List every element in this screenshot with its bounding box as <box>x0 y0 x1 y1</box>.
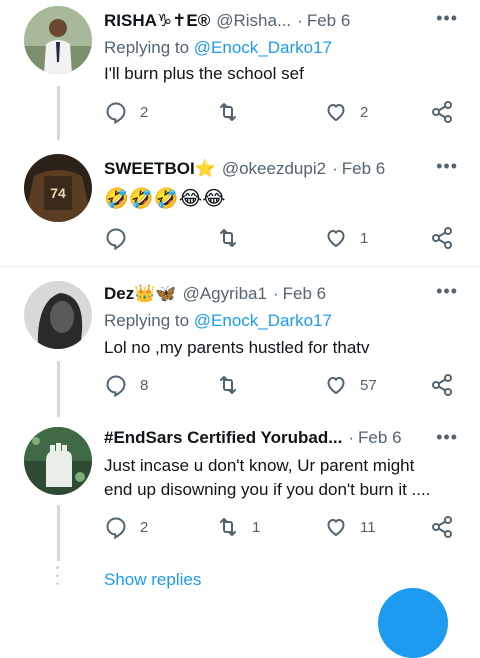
reply-button[interactable]: 8 <box>104 373 148 397</box>
more-options-icon[interactable]: ••• <box>436 8 458 29</box>
reply-count: 8 <box>140 376 149 394</box>
like-button[interactable]: 11 <box>324 515 376 539</box>
tweet-text: 🤣🤣🤣😂😂 <box>104 186 226 210</box>
share-icon <box>432 516 452 538</box>
tweet-2[interactable]: 74 SWEETBOI⭐ @okeezdupi2 · Feb 6 ••• 🤣🤣🤣… <box>0 138 480 266</box>
reply-button[interactable]: 2 <box>104 515 148 539</box>
replying-to-label: Replying to <box>104 311 190 330</box>
tweet-date[interactable]: Feb 6 <box>342 156 385 182</box>
mention-link[interactable]: @Enock_Darko17 <box>194 311 332 330</box>
share-button[interactable] <box>430 515 454 539</box>
share-icon <box>432 374 452 396</box>
tweet-date[interactable]: Feb 6 <box>358 425 401 451</box>
replying-to-label: Replying to <box>104 38 190 57</box>
avatar-number: 74 <box>50 185 66 201</box>
share-button[interactable] <box>430 100 454 124</box>
reply-button[interactable] <box>104 226 128 250</box>
like-count: 11 <box>360 518 376 536</box>
avatar-photo: 74 <box>24 154 92 222</box>
avatar-photo <box>24 427 92 495</box>
heart-icon <box>327 518 345 537</box>
tweet-text: I'll burn plus the school sef <box>104 64 304 83</box>
thread-line <box>57 505 60 561</box>
tweet-4[interactable]: #EndSars Certified Yorubad... · Feb 6 ••… <box>0 415 480 565</box>
tweet-text-line: Just incase u don't know, Ur parent migh… <box>104 456 415 475</box>
separator-dot: · <box>348 428 355 447</box>
replying-to: Replying to @Enock_Darko17 <box>104 309 332 333</box>
tweet-date[interactable]: Feb 6 <box>283 281 326 307</box>
compose-button[interactable] <box>378 588 448 658</box>
reply-button[interactable]: 2 <box>104 100 148 124</box>
mention-link[interactable]: @Enock_Darko17 <box>194 38 332 57</box>
user-handle[interactable]: @Risha... <box>216 8 291 34</box>
separator-dot: · <box>297 11 303 30</box>
retweet-icon <box>220 103 236 121</box>
share-icon <box>432 101 452 123</box>
separator-dot: · <box>332 159 338 178</box>
retweet-count: 1 <box>252 518 261 536</box>
more-options-icon[interactable]: ••• <box>436 156 458 177</box>
avatar-photo <box>24 6 92 74</box>
reply-icon <box>106 517 126 539</box>
reply-icon <box>106 228 126 250</box>
retweet-icon <box>220 518 236 536</box>
thread-line <box>57 361 60 417</box>
tweet-text: Lol no ,my parents hustled for thatv <box>104 338 370 357</box>
separator-dot: · <box>272 284 279 303</box>
retweet-button[interactable] <box>216 373 240 397</box>
heart-icon <box>327 229 345 248</box>
like-button[interactable]: 57 <box>324 373 377 397</box>
user-handle[interactable]: @okeezdupi2 <box>222 156 326 182</box>
like-button[interactable]: 2 <box>324 100 368 124</box>
reply-count: 2 <box>140 103 149 121</box>
show-replies-link[interactable]: Show replies <box>104 570 201 590</box>
retweet-button[interactable] <box>216 100 240 124</box>
avatar[interactable]: 74 <box>24 154 92 222</box>
more-options-icon[interactable]: ••• <box>436 427 458 448</box>
more-options-icon[interactable]: ••• <box>436 281 458 302</box>
share-icon <box>432 227 452 249</box>
retweet-icon <box>220 229 236 247</box>
like-count: 2 <box>360 103 369 121</box>
user-handle[interactable]: @Agyriba1 <box>183 281 267 307</box>
retweet-button[interactable]: 1 <box>216 515 260 539</box>
display-name[interactable]: RISHA♑✝E® <box>104 8 210 34</box>
like-count: 1 <box>360 229 369 247</box>
like-count: 57 <box>360 376 377 394</box>
reply-icon <box>106 102 126 124</box>
heart-icon <box>327 376 345 395</box>
avatar[interactable] <box>24 6 92 74</box>
retweet-button[interactable] <box>216 226 240 250</box>
display-name[interactable]: #EndSars Certified Yorubad... <box>104 425 342 451</box>
reply-icon <box>106 375 126 397</box>
share-button[interactable] <box>430 373 454 397</box>
heart-icon <box>327 103 345 122</box>
retweet-icon <box>220 376 236 394</box>
avatar[interactable] <box>24 281 92 349</box>
thread-dots <box>56 566 60 590</box>
thread-line <box>57 86 60 140</box>
share-button[interactable] <box>430 226 454 250</box>
avatar-photo <box>24 281 92 349</box>
tweet-text-line: end up disowning you if you don't burn i… <box>104 480 431 499</box>
reply-count: 2 <box>140 518 149 536</box>
tweet-3[interactable]: Dez👑🦋 @Agyriba1 · Feb 6 ••• Replying to … <box>0 267 480 417</box>
avatar[interactable] <box>24 427 92 495</box>
display-name[interactable]: Dez👑🦋 <box>104 281 177 307</box>
display-name[interactable]: SWEETBOI⭐ <box>104 156 216 182</box>
replying-to: Replying to @Enock_Darko17 <box>104 36 332 60</box>
tweet-1[interactable]: RISHA♑✝E® @Risha... · Feb 6 ••• Replying… <box>0 0 480 140</box>
like-button[interactable]: 1 <box>324 226 368 250</box>
tweet-text: Just incase u don't know, Ur parent migh… <box>104 454 460 502</box>
tweet-date[interactable]: Feb 6 <box>307 8 350 34</box>
